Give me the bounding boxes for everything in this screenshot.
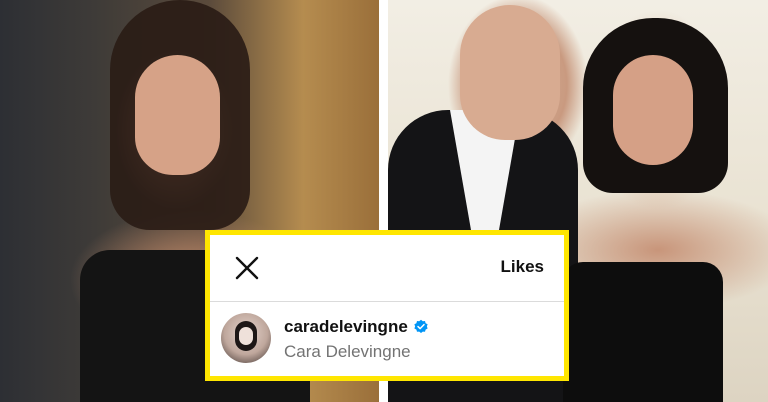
likes-title: Likes (500, 257, 544, 276)
avatar[interactable] (221, 313, 271, 363)
face-shape (613, 55, 693, 165)
close-icon[interactable] (234, 255, 260, 281)
likes-header: Likes (210, 235, 564, 302)
avatar-face (239, 327, 253, 345)
head-shape (460, 5, 560, 140)
likes-card: Likes caradelevingne Cara Delevingne (205, 230, 569, 381)
verified-badge-icon (414, 319, 428, 333)
username-text: caradelevingne (284, 317, 408, 336)
username[interactable]: caradelevingne (284, 317, 429, 337)
user-list-item[interactable]: caradelevingne Cara Delevingne (210, 302, 564, 380)
user-full-name: Cara Delevingne (284, 342, 411, 361)
dress-shape (563, 262, 723, 402)
face-shape (135, 55, 220, 175)
